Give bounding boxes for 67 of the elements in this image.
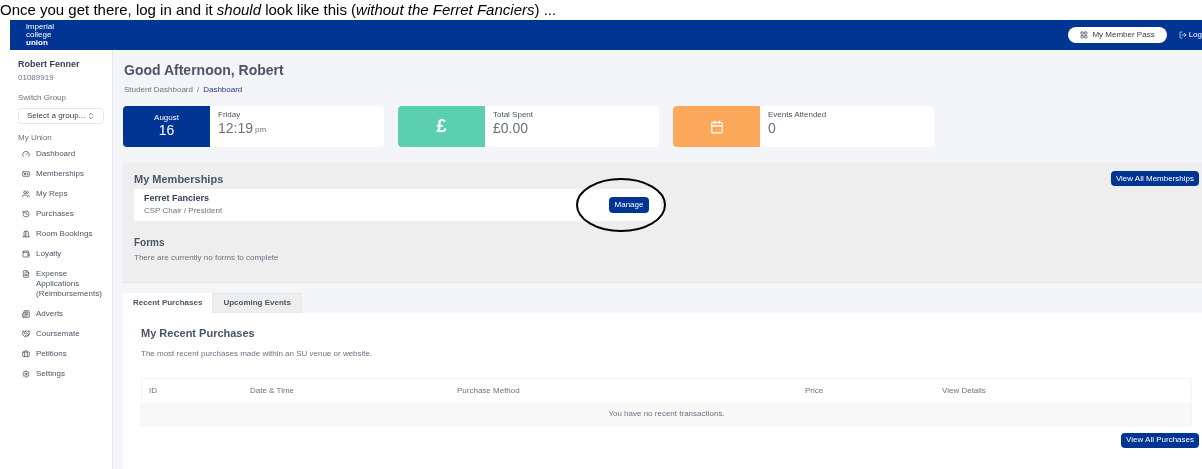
column-header: Price bbox=[804, 384, 825, 397]
column-header: Purchase Method bbox=[456, 384, 521, 397]
chevrons-icon bbox=[87, 111, 95, 120]
pound-icon: £ bbox=[436, 113, 447, 140]
nav-item[interactable]: Settings bbox=[18, 363, 104, 384]
tab[interactable]: Upcoming Events bbox=[212, 293, 302, 313]
stat-label: Friday bbox=[218, 110, 242, 120]
calendar-icon bbox=[709, 119, 724, 134]
club-role: CSP Chair / President bbox=[144, 205, 223, 218]
history-icon bbox=[22, 209, 30, 218]
column-header: View Details bbox=[941, 384, 987, 397]
user-name: Robert Fenner bbox=[18, 58, 81, 71]
section-title: My Memberships bbox=[134, 172, 224, 187]
wallet-icon bbox=[22, 249, 30, 258]
day-number: 16 bbox=[158, 122, 175, 140]
group-select[interactable]: Select a group... bbox=[18, 107, 104, 124]
nav-item[interactable]: Expense Applications (Reimbursements) bbox=[18, 263, 104, 304]
forms-empty-text: There are currently no forms to complete bbox=[134, 251, 280, 264]
view-all-memberships-button[interactable]: View All Memberships bbox=[1110, 171, 1199, 186]
id-card-icon bbox=[22, 169, 30, 178]
handshake-icon bbox=[22, 329, 30, 338]
nav-item[interactable]: Room Bookings bbox=[18, 223, 104, 244]
tab[interactable]: Recent Purchases bbox=[123, 293, 213, 313]
column-header: Date & Time bbox=[249, 384, 295, 397]
section-label: My Union bbox=[18, 131, 53, 144]
empty-table-text: You have no recent transactions. bbox=[608, 407, 725, 420]
logout-icon bbox=[1178, 31, 1187, 39]
greeting: Good Afternoon, Robert bbox=[124, 61, 285, 80]
breadcrumb-link[interactable]: Dashboard bbox=[203, 84, 243, 96]
column-header: ID bbox=[148, 384, 158, 397]
user-id: 01089919 bbox=[18, 71, 55, 84]
gauge-icon bbox=[22, 149, 30, 158]
stat-value: 12:19 bbox=[218, 120, 254, 138]
purchases-description: The most recent purchases made within an SU venue or website. bbox=[141, 347, 374, 360]
stat-value: 0 bbox=[768, 120, 776, 138]
time-suffix: pm bbox=[255, 123, 267, 136]
briefcase-icon bbox=[22, 349, 30, 358]
newspaper-icon bbox=[22, 309, 30, 318]
breadcrumb-link[interactable]: Student Dashboard bbox=[124, 84, 193, 96]
switch-label: Switch Group bbox=[18, 91, 68, 104]
nav-item[interactable]: Loyalty bbox=[18, 243, 104, 264]
logo[interactable]: imperial college union bbox=[18, 23, 54, 47]
breadcrumb-separator: / bbox=[196, 84, 200, 96]
nav-item[interactable]: Memberships bbox=[18, 163, 104, 184]
nav-item[interactable]: Dashboard bbox=[18, 143, 104, 164]
settings-icon bbox=[22, 369, 30, 378]
nav-item[interactable]: Purchases bbox=[18, 203, 104, 224]
club-name: Ferret Fanciers bbox=[144, 191, 211, 205]
view-all-purchases-button[interactable]: View All Purchases bbox=[1121, 432, 1199, 448]
grid-icon bbox=[1080, 31, 1089, 39]
document-icon bbox=[22, 269, 30, 278]
month-label: August bbox=[154, 113, 179, 123]
nav-item[interactable]: Adverts bbox=[18, 303, 104, 324]
people-icon bbox=[22, 189, 30, 198]
door-icon bbox=[22, 229, 30, 238]
nav-item[interactable]: Coursemate bbox=[18, 323, 104, 344]
section-title: Forms bbox=[134, 235, 166, 250]
member-pass-button[interactable]: My Member Pass bbox=[1068, 27, 1167, 43]
manage-button[interactable]: Manage bbox=[609, 196, 649, 213]
stat-label: Total Spent bbox=[493, 110, 534, 120]
section-title: My Recent Purchases bbox=[141, 326, 256, 341]
stat-label: Events Attended bbox=[768, 110, 827, 120]
caption: Once you get there, log in and it should look like this (without the Ferret Fanciers) ... bbox=[0, 1, 557, 19]
nav-item[interactable]: My Reps bbox=[18, 183, 104, 204]
nav-item[interactable]: Petitions bbox=[18, 343, 104, 364]
stat-value: £0.00 bbox=[493, 120, 529, 138]
logout-link[interactable]: Log bbox=[1178, 29, 1202, 41]
